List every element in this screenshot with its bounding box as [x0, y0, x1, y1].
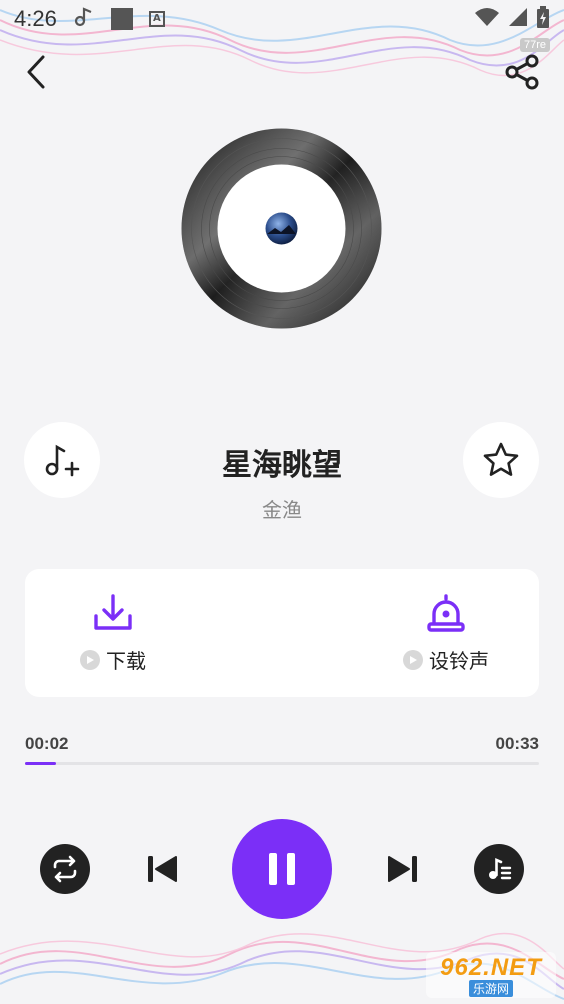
square-icon [110, 8, 133, 30]
pause-icon [269, 853, 295, 885]
music-list-icon [489, 857, 512, 880]
set-ringtone-action[interactable]: 设铃声 [403, 591, 489, 674]
share-button[interactable] [502, 52, 542, 92]
status-icons-right [474, 5, 550, 33]
vinyl-record [181, 128, 382, 329]
chevron-left-icon [27, 55, 45, 89]
download-label: 下载 [106, 649, 146, 673]
alarm-bell-icon [424, 591, 468, 635]
watermark-logo: 962.NET 乐游网 [426, 952, 556, 998]
next-button[interactable] [383, 848, 423, 890]
set-ringtone-label: 设铃声 [429, 649, 489, 673]
artist-name: 金渔 [262, 498, 302, 522]
previous-button[interactable] [142, 848, 182, 890]
status-time: 4:26 [14, 6, 57, 31]
share-icon [505, 54, 539, 90]
status-bar: 4:26 A [0, 0, 564, 38]
progress-bar[interactable] [25, 762, 539, 765]
keyboard-a-icon: A [148, 11, 165, 27]
playlist-button[interactable] [474, 844, 524, 894]
pause-button[interactable] [232, 819, 332, 919]
album-cover [265, 212, 298, 245]
action-card: 下载 设铃声 [25, 569, 539, 697]
status-icons-left: A [73, 6, 165, 33]
battery-icon [536, 5, 550, 33]
play-preview-icon [80, 649, 100, 670]
skip-previous-icon [148, 856, 177, 882]
wifi-icon [474, 7, 500, 32]
play-preview-icon [403, 649, 423, 670]
progress-fill [25, 762, 56, 765]
download-icon [91, 591, 135, 635]
star-icon [483, 442, 519, 476]
music-note-icon [73, 6, 95, 33]
back-button[interactable] [18, 52, 54, 92]
current-time: 00:02 [25, 734, 69, 753]
watermark-main: 962.NET [440, 953, 542, 981]
repeat-icon [53, 855, 77, 883]
skip-next-icon [388, 856, 417, 882]
watermark-top: 77re [519, 38, 550, 52]
total-time: 00:33 [495, 734, 539, 753]
repeat-button[interactable] [40, 844, 90, 894]
favorite-button[interactable] [463, 422, 539, 498]
watermark-sub: 乐游网 [468, 979, 513, 997]
signal-icon [508, 7, 528, 32]
download-action[interactable]: 下载 [80, 591, 146, 674]
